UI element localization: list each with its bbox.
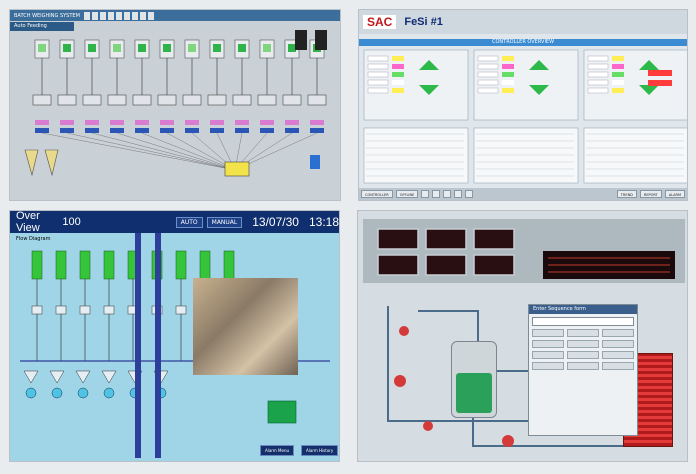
dialog-cell[interactable]: [567, 362, 599, 370]
silo-icon: [223, 250, 235, 280]
valve-icon: [423, 421, 433, 431]
footer-btn-4[interactable]: [432, 190, 441, 198]
dialog-cell[interactable]: [602, 351, 634, 359]
weigh-scale-icon: [57, 94, 77, 106]
weigh-scale-icon: [232, 94, 252, 106]
dialog-row: [532, 340, 634, 348]
dialog-cell[interactable]: [532, 362, 564, 370]
controller-grid: [363, 49, 687, 184]
weigh-scale-icon: [182, 94, 202, 106]
pump-icon: [502, 435, 514, 447]
dialog-cell[interactable]: [602, 340, 634, 348]
dialog-cell[interactable]: [567, 329, 599, 337]
dialog-cell[interactable]: [567, 351, 599, 359]
footer-btn-alarm[interactable]: ALARM: [664, 190, 685, 198]
reactor-tank: [451, 341, 497, 418]
dialog-cell[interactable]: [602, 362, 634, 370]
dialog-cell[interactable]: [602, 329, 634, 337]
mixer-icon: [103, 387, 115, 399]
footer-btn-3[interactable]: [421, 190, 430, 198]
dialog-input[interactable]: [532, 317, 634, 326]
cyclone-icon: [24, 149, 39, 177]
weigh-scale-icon: [257, 94, 277, 106]
mixer-icon: [51, 387, 63, 399]
valve-icon: [399, 326, 409, 336]
silo-icon: [31, 250, 43, 280]
dialog-title: Enter Sequence form: [529, 305, 637, 314]
footer-btn-5[interactable]: [443, 190, 452, 198]
controller-overview-panel: SAC FeSi #1 CONTROLLER OVERVIEW CONTROLL…: [358, 9, 688, 201]
dialog-row: [532, 329, 634, 337]
weigh-scale-icon: [107, 94, 127, 106]
dialog-row: [532, 362, 634, 370]
footer-btn-6[interactable]: [454, 190, 463, 198]
alarm-menu-button[interactable]: Alarm Menu: [260, 445, 295, 456]
dialog-cell[interactable]: [532, 329, 564, 337]
tank-icon: [267, 400, 297, 424]
plant-photo: [193, 278, 298, 375]
footer-btn-7[interactable]: [465, 190, 474, 198]
panel2-footer: CONTROLLER OFFLINE TREND REPORT ALARM: [359, 188, 687, 200]
sequence-dialog: Enter Sequence form: [528, 304, 638, 436]
reactor-control-panel: Enter Sequence form: [357, 210, 688, 462]
weigh-scale-icon: [207, 94, 227, 106]
overview-flow-panel: Over View 100 AUTO MANUAL 13/07/30 13:18…: [9, 210, 340, 462]
tank-level: [456, 373, 492, 413]
weigh-scale-icon: [132, 94, 152, 106]
batch-weighing-panel: BATCH WEIGHING SYSTEM Auto Feeding: [9, 9, 341, 201]
silo-icon: [55, 250, 67, 280]
mixer-icon: [77, 387, 89, 399]
batch-process-diagram: [24, 30, 327, 177]
silo-icon: [79, 250, 91, 280]
footer-btn-trend[interactable]: TREND: [616, 190, 637, 198]
dialog-cell[interactable]: [532, 340, 564, 348]
dialog-cell[interactable]: [532, 351, 564, 359]
cyclone-icon: [44, 149, 59, 177]
weigh-scale-icon: [307, 94, 327, 106]
silo-icon: [103, 250, 115, 280]
weigh-scale-icon: [157, 94, 177, 106]
footer-btn-report[interactable]: REPORT: [639, 190, 662, 198]
footer-btn-controller[interactable]: CONTROLLER: [361, 190, 393, 198]
valve-icon: [394, 375, 406, 387]
weigh-scale-icon: [282, 94, 302, 106]
weigh-scale-icon: [32, 94, 52, 106]
dialog-cell[interactable]: [567, 340, 599, 348]
mixer-icon: [224, 161, 250, 177]
silo-icon: [175, 250, 187, 280]
silo-icon: [199, 250, 211, 280]
tank-icon: [310, 155, 320, 169]
mixer-icon: [25, 387, 37, 399]
weigh-scale-icon: [82, 94, 102, 106]
alarm-history-button[interactable]: Alarm History: [301, 445, 339, 456]
footer-btn-offline[interactable]: OFFLINE: [395, 190, 419, 198]
dialog-row: [532, 351, 634, 359]
